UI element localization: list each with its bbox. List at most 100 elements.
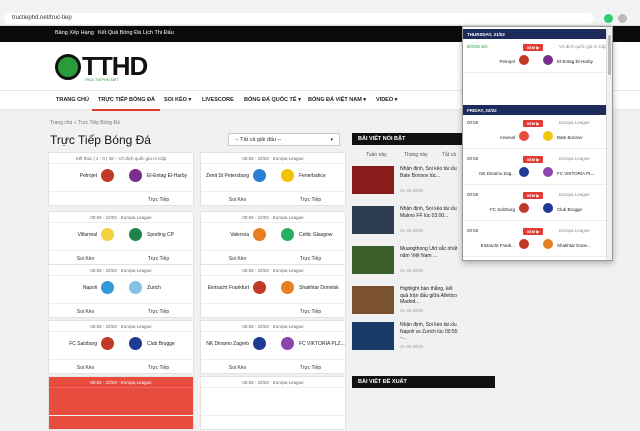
news-title[interactable]: Nhận định, Soi kèo tài xỉu Malmo FF lúc … xyxy=(400,206,460,219)
news-thumbnail[interactable] xyxy=(352,322,394,350)
odds-link[interactable]: Soi Kèo xyxy=(49,365,122,371)
home-team[interactable]: Petrojet xyxy=(53,173,97,179)
live-link[interactable]: Trực Tiếp xyxy=(122,256,195,262)
link-standings[interactable]: Bảng Xếp Hạng xyxy=(55,30,94,36)
nav-intl[interactable]: BÓNG ĐÁ QUỐC TẾ ▾ xyxy=(244,97,301,103)
news-thumbnail[interactable] xyxy=(352,166,394,194)
home-team[interactable]: NK Dinamo Zagreb xyxy=(205,341,249,347)
news-item[interactable]: Nhận định, Soi kèo tài xỉu Malmo FF lúc … xyxy=(352,206,460,238)
popup-match-row[interactable]: 00:55 XEM ▶ Europa League Arsenal Bate Boris… xyxy=(463,116,608,149)
tab-week[interactable]: Tuần này xyxy=(366,152,387,158)
match-footer: Soi Kèo Trực Tiếp xyxy=(201,191,345,207)
match-card[interactable]: 00:55 - 22/02 - Europa League xyxy=(48,376,194,430)
match-card[interactable]: 00:55 - 22/02 - Europa League Napoli Zuric… xyxy=(48,264,194,318)
home-crest-icon xyxy=(253,169,266,182)
nav-video[interactable]: VIDEO ▾ xyxy=(376,97,397,103)
popup-match-row[interactable]: 00:55 XEM ▶ Europa League Eintracht Frank..… xyxy=(463,224,608,257)
tab-all[interactable]: Tất cả xyxy=(442,152,456,158)
nav-odds[interactable]: SOI KÈO ▾ xyxy=(164,97,191,103)
odds-link[interactable]: Soi Kèo xyxy=(201,197,274,203)
nav-live[interactable]: TRỰC TIẾP BÓNG ĐÁ xyxy=(98,97,155,103)
league-select[interactable]: -- Tất cả giải đấu -- ▾ xyxy=(228,133,340,146)
watch-button[interactable]: XEM ▶ xyxy=(523,156,543,163)
tab-month[interactable]: Tháng này xyxy=(404,152,428,158)
away-team[interactable]: Fenerbahce xyxy=(299,173,345,179)
news-item[interactable]: Highlight bàn thắng, kết quả trận đấu gi… xyxy=(352,286,460,318)
watch-button[interactable]: XEM ▶ xyxy=(523,228,543,235)
match-header: 00:55 - 22/02 - Europa League xyxy=(49,321,193,332)
odds-link[interactable]: Soi Kèo xyxy=(49,256,122,262)
match-card[interactable]: 00:55 - 22/02 - Europa League NK Dinamo Z… xyxy=(200,320,346,374)
away-team: Shakhtar Done... xyxy=(557,243,591,248)
home-crest-icon xyxy=(253,281,266,294)
match-time: 00:55 xyxy=(467,192,479,197)
news-thumbnail[interactable] xyxy=(352,206,394,234)
news-title[interactable]: Highlight bàn thắng, kết quả trận đấu gi… xyxy=(400,286,460,306)
home-team[interactable]: Napoli xyxy=(53,285,97,291)
watch-button[interactable]: XEM ▶ xyxy=(523,120,543,127)
match-card[interactable]: 00:55 - 22/02 - Europa League Villarreal S… xyxy=(48,211,194,265)
match-card[interactable]: 00:55 - 22/02 - Europa League Zenit St Pe… xyxy=(200,152,346,206)
popup-scrollbar[interactable] xyxy=(606,27,612,260)
live-link[interactable]: Trực Tiếp xyxy=(274,309,347,315)
popup-match-row[interactable]: 00:55XEM ▶Europa League xyxy=(463,260,608,261)
match-card[interactable]: 00:55 - 22/02 - Europa League FC Salzburg… xyxy=(48,320,194,374)
live-link[interactable]: Trực Tiếp xyxy=(122,365,195,371)
link-schedule[interactable]: Lịch Thi Đấu xyxy=(143,30,174,36)
match-card[interactable]: 00:55 - 22/02 - Europa League Eintracht F… xyxy=(200,264,346,318)
scroll-thumb[interactable] xyxy=(608,35,611,75)
away-crest-icon xyxy=(281,228,294,241)
live-link[interactable]: Trực Tiếp xyxy=(122,197,195,203)
match-card[interactable]: 00:55 - 22/02 - Europa League Valencia Cel… xyxy=(200,211,346,265)
match-card[interactable]: Kết thúc | 1 - 0 | 45' - Vô địch quốc gi… xyxy=(48,152,194,206)
nav-livescore[interactable]: LIVESCORE xyxy=(202,97,234,103)
match-card[interactable]: 00:55 - 22/02 - Europa League xyxy=(200,376,346,430)
away-crest-icon xyxy=(281,281,294,294)
profile-icon[interactable] xyxy=(618,14,627,23)
odds-link[interactable]: Soi Kèo xyxy=(49,309,122,315)
news-item[interactable]: Muangthong Utd sắc nhất năm Việt Nam ...… xyxy=(352,246,460,278)
away-team[interactable]: Shakhtar Donetsk xyxy=(299,285,345,291)
popup-match-row[interactable]: 00:55 XEM ▶ Europa League FC Salzburg Club B… xyxy=(463,188,608,221)
link-results[interactable]: Kết Quả Bóng Đá xyxy=(98,30,141,36)
news-thumbnail[interactable] xyxy=(352,246,394,274)
away-team[interactable]: Sporting CP xyxy=(147,232,193,238)
watch-button[interactable]: XEM ▶ xyxy=(523,192,543,199)
away-team[interactable]: Zurich xyxy=(147,285,193,291)
match-footer xyxy=(49,415,193,431)
home-team[interactable]: Eintracht Frankfurt xyxy=(205,285,249,291)
away-crest-icon xyxy=(543,167,553,177)
away-team: Club Brugge xyxy=(557,207,583,212)
live-link[interactable]: Trực Tiếp xyxy=(274,197,347,203)
away-team[interactable]: El-Entag El-Harby xyxy=(147,173,193,179)
live-link[interactable]: Trực Tiếp xyxy=(274,365,347,371)
news-title[interactable]: Muangthong Utd sắc nhất năm Việt Nam ... xyxy=(400,246,460,259)
news-title[interactable]: Nhận định, Soi kèo tài xỉu Napoli vs Zur… xyxy=(400,322,460,342)
away-crest-icon xyxy=(129,337,142,350)
away-crest-icon xyxy=(543,55,553,65)
away-team[interactable]: Club Brugge xyxy=(147,341,193,347)
home-team[interactable]: Valencia xyxy=(205,232,249,238)
home-team[interactable]: Villarreal xyxy=(53,232,97,238)
news-title[interactable]: Nhận định, Soi kèo tài xỉu Bate Borisov … xyxy=(400,166,460,179)
extension-icon[interactable] xyxy=(604,14,613,23)
nav-vn[interactable]: BÓNG ĐÁ VIỆT NAM ▾ xyxy=(308,97,366,103)
home-team[interactable]: FC Salzburg xyxy=(53,341,97,347)
news-item[interactable]: Nhận định, Soi kèo tài xỉu Napoli vs Zur… xyxy=(352,322,460,354)
odds-link[interactable]: Soi Kèo xyxy=(201,365,274,371)
news-thumbnail[interactable] xyxy=(352,286,394,314)
watch-button[interactable]: XEM ▶ xyxy=(523,44,543,51)
live-link[interactable]: Trực Tiếp xyxy=(122,309,195,315)
away-team[interactable]: Celtic Glasgow xyxy=(299,232,345,238)
home-team[interactable]: Zenit St Petersburg xyxy=(205,173,249,179)
news-item[interactable]: Nhận định, Soi kèo tài xỉu Bate Borisov … xyxy=(352,166,460,198)
live-link[interactable]: Trực Tiếp xyxy=(274,256,347,262)
popup-match-row[interactable]: BÓNG ĐÁ XEM ▶ Vô địch quốc gia Ai Cập Petro… xyxy=(463,40,608,73)
soccer-ball-icon[interactable] xyxy=(55,54,81,80)
odds-link[interactable]: Soi Kèo xyxy=(201,256,274,262)
address-bar[interactable]: tructiephd.net/truc-tiep xyxy=(4,13,594,24)
news-date: 21-02-2019 xyxy=(400,188,424,193)
popup-match-row[interactable]: 00:55 XEM ▶ Europa League NK Dinamo Zag... F… xyxy=(463,152,608,185)
nav-home[interactable]: TRANG CHỦ xyxy=(56,97,89,103)
away-team[interactable]: FC VIKTORIA PLZ... xyxy=(299,341,345,347)
